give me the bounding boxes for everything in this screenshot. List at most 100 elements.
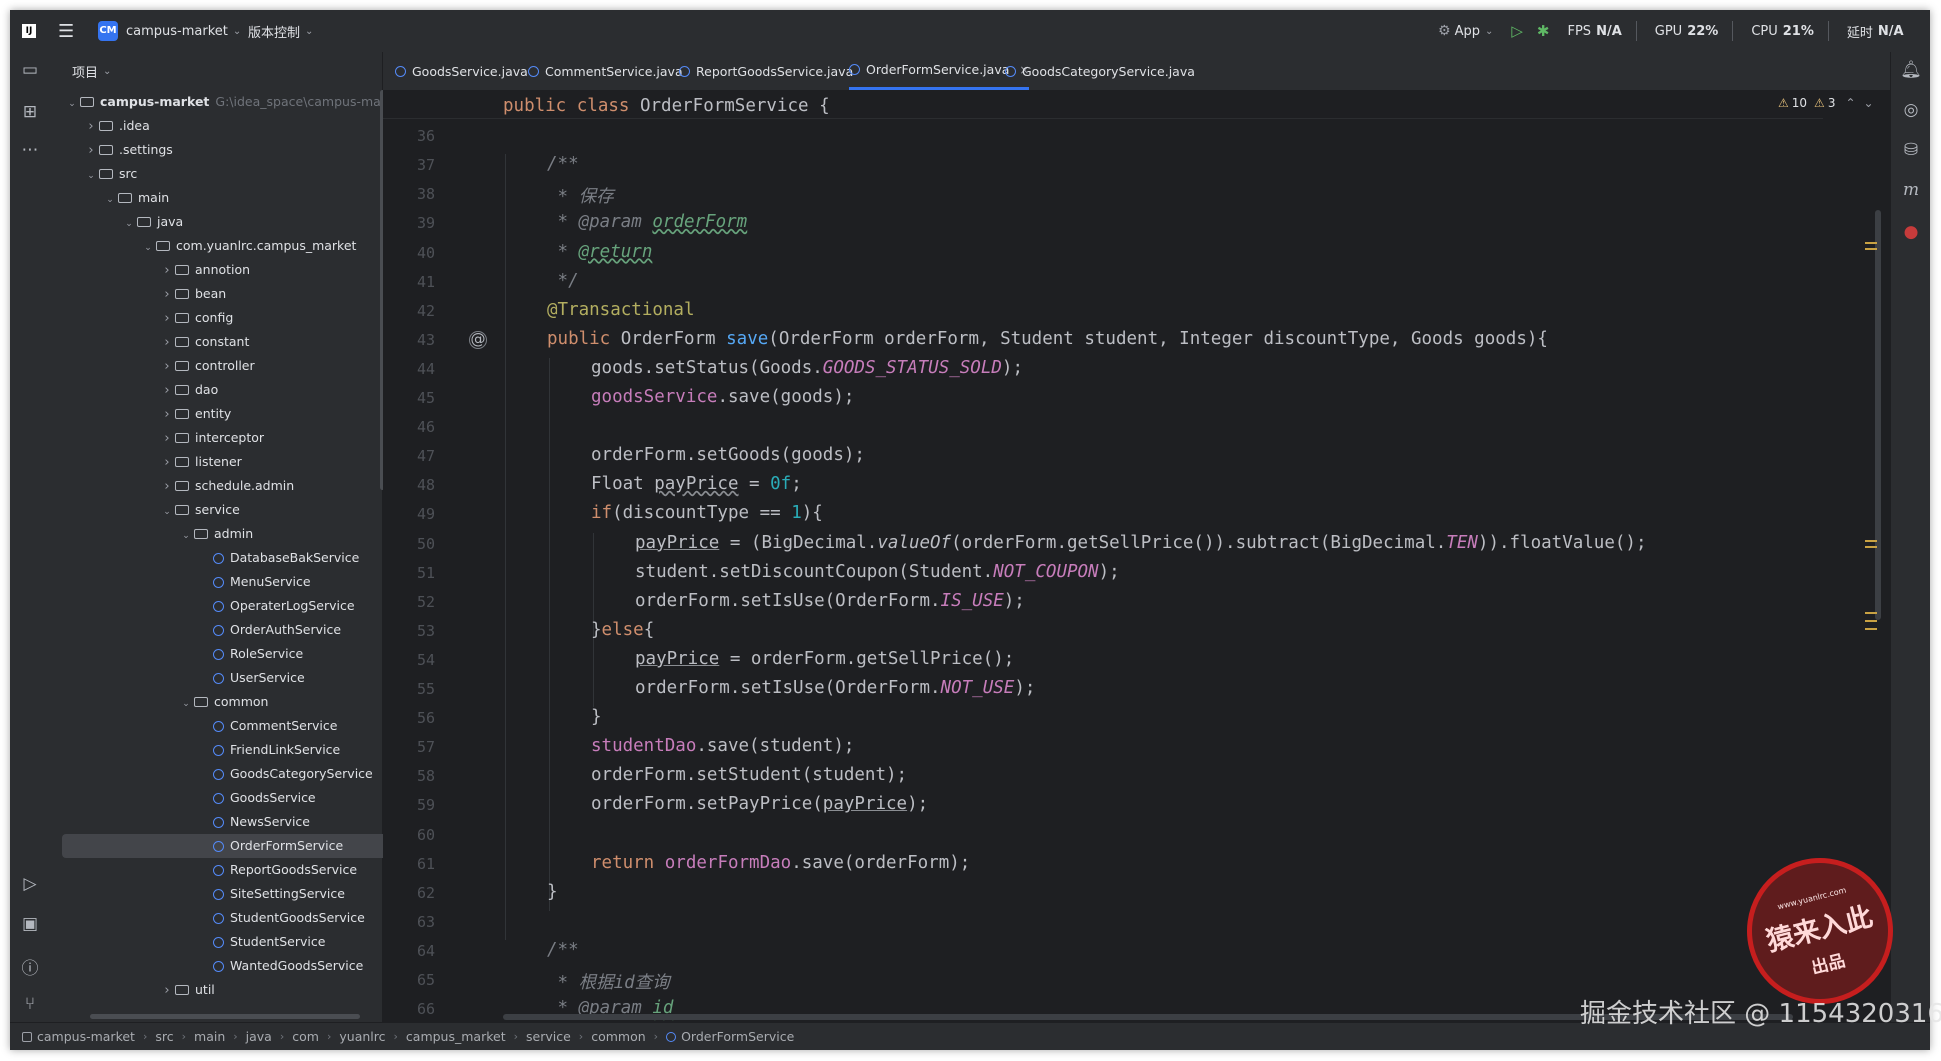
warning-marker[interactable] (1865, 612, 1877, 614)
chevron-down-icon[interactable]: ⌄ (178, 692, 194, 716)
more-tools-icon[interactable]: ⋯ (10, 140, 50, 160)
code-line[interactable]: payPrice = (BigDecimal.valueOf(orderForm… (635, 533, 1646, 553)
breadcrumb-item[interactable]: OrderFormService (681, 1029, 794, 1044)
editor-scrollbar[interactable] (1875, 210, 1881, 620)
code-line[interactable]: studentDao.save(student); (591, 736, 854, 756)
tree-item[interactable]: FriendLinkService (50, 738, 382, 762)
tree-item[interactable]: ⌄ admin (50, 522, 382, 546)
breadcrumb-item[interactable]: yuanlrc (339, 1029, 385, 1044)
tree-item[interactable]: ⌄ com.yuanlrc.campus_market (50, 234, 382, 258)
breadcrumb-item[interactable]: main (194, 1029, 225, 1044)
chevron-down-icon[interactable]: ⌄ (64, 92, 80, 116)
main-menu-icon[interactable]: ☰ (58, 10, 74, 52)
tree-item[interactable]: › interceptor (50, 426, 382, 450)
code-line[interactable]: @Transactional (547, 300, 695, 320)
code-line[interactable]: orderForm.setStudent(student); (591, 765, 907, 785)
breadcrumb-item[interactable]: java (246, 1029, 272, 1044)
tree-item[interactable]: › config (50, 306, 382, 330)
code-line[interactable]: return orderFormDao.save(orderForm); (591, 853, 970, 873)
project-panel-header[interactable]: 项目 ⌄ (50, 52, 382, 90)
tree-item[interactable]: UserService (50, 666, 382, 690)
code-line[interactable]: /** (547, 940, 579, 960)
tree-item[interactable]: ⌄ main (50, 186, 382, 210)
chevron-down-icon[interactable]: ⌄ (140, 236, 156, 260)
editor-tab[interactable]: GoodsService.java (395, 52, 528, 90)
code-line[interactable]: * 根据id查询 (547, 969, 670, 994)
breadcrumb-item[interactable]: src (155, 1029, 173, 1044)
tree-item[interactable]: GoodsService (50, 786, 382, 810)
tree-item[interactable]: › listener (50, 450, 382, 474)
database-icon[interactable]: ⛁ (1891, 140, 1930, 160)
code-line[interactable]: public class OrderFormService { (503, 96, 830, 116)
tree-item[interactable]: ⌄ java (50, 210, 382, 234)
run-tool-icon[interactable]: ▷ (10, 874, 50, 894)
code-line[interactable]: public OrderForm save(OrderForm orderFor… (547, 329, 1548, 349)
code-line[interactable]: payPrice = orderForm.getSellPrice(); (635, 649, 1014, 669)
chevron-right-icon[interactable]: › (83, 139, 99, 163)
tree-item[interactable]: NewsService (50, 810, 382, 834)
chevron-right-icon[interactable]: › (159, 475, 175, 499)
editor-tab[interactable]: ReportGoodsService.java (679, 52, 853, 90)
chevron-down-icon[interactable]: ⌄ (178, 524, 194, 548)
breadcrumb-item[interactable]: campus_market (406, 1029, 506, 1044)
warning-marker[interactable] (1865, 620, 1877, 622)
code-line[interactable]: orderForm.setIsUse(OrderForm.NOT_USE); (635, 678, 1035, 698)
breadcrumb-item[interactable]: campus-market (37, 1029, 135, 1044)
warning-marker[interactable] (1865, 628, 1877, 630)
chevron-right-icon[interactable]: › (159, 355, 175, 379)
code-line[interactable]: Float payPrice = 0f; (591, 474, 802, 494)
maven-icon[interactable]: m (1891, 180, 1930, 200)
tree-item[interactable]: › annotion (50, 258, 382, 282)
editor-tab[interactable]: OrderFormService.java × (849, 52, 1030, 90)
plugin-icon[interactable]: ● (1891, 222, 1930, 242)
chevron-right-icon[interactable]: › (159, 379, 175, 403)
code-line[interactable]: if(discountType == 1){ (591, 503, 823, 523)
warning-marker[interactable] (1865, 248, 1877, 250)
tree-item[interactable]: OrderAuthService (50, 618, 382, 642)
warning-marker[interactable] (1865, 242, 1877, 244)
tree-item[interactable]: ⌄ src (50, 162, 382, 186)
editor-tab[interactable]: GoodsCategoryService.java (1005, 52, 1195, 90)
code-line[interactable]: student.setDiscountCoupon(Student.NOT_CO… (635, 562, 1120, 582)
inspection-widget[interactable]: ⚠ 10 ⚠ 3 ⌃ ⌄ (1778, 96, 1874, 110)
override-gutter-icon[interactable]: @ (469, 330, 487, 349)
run-config-selector[interactable]: ⚙ App ⌄ (1438, 23, 1493, 39)
chevron-right-icon[interactable]: › (159, 403, 175, 427)
code-line[interactable]: /** (547, 154, 579, 174)
tree-item[interactable]: ⌄ campus-market G:\idea_space\campus-marke… (50, 90, 405, 116)
tree-item[interactable]: › util (50, 978, 382, 1002)
tree-item[interactable]: WantedGoodsService (50, 954, 382, 978)
chevron-down-icon[interactable]: ⌄ (102, 188, 118, 212)
chevron-right-icon[interactable]: › (159, 331, 175, 355)
tree-item[interactable]: › schedule.admin (50, 474, 382, 498)
code-line[interactable]: } (591, 707, 602, 727)
tree-item[interactable]: › .settings (50, 138, 382, 162)
project-switcher[interactable]: CM campus-market ⌄ (98, 10, 241, 52)
code-line[interactable]: orderForm.setGoods(goods); (591, 445, 865, 465)
code-line[interactable]: * @param orderForm (547, 212, 748, 232)
vcs-menu[interactable]: 版本控制 ⌄ (248, 10, 313, 52)
code-line[interactable]: goods.setStatus(Goods.GOODS_STATUS_SOLD)… (591, 358, 1023, 378)
tree-item[interactable]: › .idea (50, 114, 382, 138)
code-line[interactable]: */ (547, 271, 579, 291)
tree-item[interactable]: DatabaseBakService (50, 546, 382, 570)
problems-icon[interactable]: ⓘ (10, 954, 50, 979)
breadcrumb-item[interactable]: service (526, 1029, 571, 1044)
chevron-down-icon[interactable]: ⌄ (83, 164, 99, 188)
code-line[interactable]: } (547, 882, 558, 902)
chevron-down-icon[interactable]: ⌄ (121, 212, 137, 236)
tree-horizontal-scrollbar[interactable] (90, 1014, 360, 1019)
terminal-icon[interactable]: ▣ (10, 914, 50, 934)
editor-tab[interactable]: CommentService.java (528, 52, 683, 90)
ai-assistant-icon[interactable]: ◎ (1891, 100, 1930, 120)
tree-item[interactable]: ⌄ common (50, 690, 382, 714)
chevron-up-icon[interactable]: ⌃ (1845, 96, 1855, 110)
code-line[interactable]: * 保存 (547, 183, 614, 208)
code-line[interactable]: orderForm.setPayPrice(payPrice); (591, 794, 928, 814)
tree-item[interactable]: OperaterLogService (50, 594, 382, 618)
chevron-right-icon[interactable]: › (159, 283, 175, 307)
breadcrumb-item[interactable]: common (591, 1029, 645, 1044)
code-line[interactable]: }else{ (591, 620, 654, 640)
breadcrumb-item[interactable]: com (292, 1029, 319, 1044)
tree-item[interactable]: › dao (50, 378, 382, 402)
